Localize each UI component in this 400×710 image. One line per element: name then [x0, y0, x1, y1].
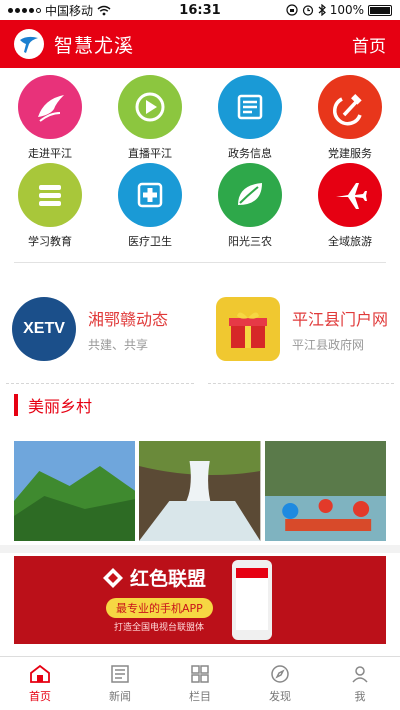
- signal-icon: [8, 7, 41, 13]
- xetv-logo-text: XETV: [23, 320, 65, 337]
- grid-label: 阳光三农: [228, 235, 272, 248]
- grid-item-all-area-tourism[interactable]: 全域旅游: [300, 163, 400, 249]
- header-home-link[interactable]: 首页: [352, 32, 386, 57]
- status-left: 中国移动: [8, 2, 111, 19]
- red-alliance-banner[interactable]: 红色联盟 最专业的手机APP 打造全国电视台联盟体: [14, 556, 386, 644]
- medical-cross-icon: [118, 163, 182, 227]
- tab-discover[interactable]: 发现: [240, 657, 320, 710]
- news-icon: [108, 663, 132, 685]
- divider: [14, 262, 386, 263]
- grid-label: 学习教育: [28, 235, 72, 248]
- promo-title: 湘鄂赣动态: [88, 309, 169, 329]
- gift-icon: [216, 297, 280, 361]
- tab-label: 栏目: [189, 690, 211, 703]
- app-header: 智慧尤溪 首页: [0, 20, 400, 68]
- promo-pingjiang-portal[interactable]: 平江县门户网 平江县政府网: [216, 296, 388, 362]
- compass-icon: [268, 663, 292, 685]
- tab-home[interactable]: 首页: [0, 657, 80, 710]
- banner-title: 红色联盟: [130, 568, 207, 590]
- alarm-icon: [302, 5, 313, 16]
- promo-subtitle: 共建、共享: [88, 337, 149, 352]
- tab-me[interactable]: 我: [320, 657, 400, 710]
- battery-percent: 100%: [329, 3, 364, 17]
- feather-icon: [18, 75, 82, 139]
- play-icon: [118, 75, 182, 139]
- grid-label: 走进平江: [28, 147, 72, 160]
- grid-label: 直播平江: [128, 147, 172, 160]
- grid-label: 全域旅游: [328, 235, 372, 248]
- tab-label: 首页: [29, 690, 51, 703]
- bluetooth-icon: [318, 4, 326, 16]
- section-accent-bar: [14, 394, 18, 416]
- grid-item-government-info[interactable]: 政务信息: [200, 75, 300, 161]
- document-icon: [218, 75, 282, 139]
- battery-icon: [368, 4, 392, 16]
- grid-item-party-service[interactable]: 党建服务: [300, 75, 400, 161]
- section-header: 美丽乡村: [14, 393, 92, 417]
- promo-title: 平江县门户网: [292, 309, 389, 329]
- tab-label: 新闻: [109, 690, 131, 703]
- grid-item-sunshine-agriculture[interactable]: 阳光三农: [200, 163, 300, 249]
- tab-label: 发现: [269, 690, 291, 703]
- bottom-tab-bar: 首页 新闻 栏目 发现 我: [0, 656, 400, 710]
- alliance-logo-icon: [103, 567, 123, 588]
- app-logo: [14, 29, 44, 59]
- grid-label: 党建服务: [328, 147, 372, 160]
- tab-label: 我: [354, 690, 366, 703]
- photo-mountain[interactable]: [14, 441, 136, 541]
- photo-waterfall[interactable]: [139, 441, 261, 541]
- promo-text: 平江县门户网 平江县政府网: [292, 306, 388, 353]
- divider-dashed: [6, 383, 194, 384]
- divider-dashed: [208, 383, 394, 384]
- banner-brand: 红色联盟: [102, 564, 206, 591]
- banner-pill: 最专业的手机APP: [106, 598, 213, 618]
- grid-item-walk-into-pingjiang[interactable]: 走进平江: [0, 75, 100, 161]
- user-icon: [348, 663, 372, 685]
- section-spacer: [0, 545, 400, 553]
- grid-item-live-pingjiang[interactable]: 直播平江: [100, 75, 200, 161]
- grid-label: 医疗卫生: [128, 235, 172, 248]
- photo-rafting[interactable]: [264, 441, 386, 541]
- banner-tagline: 打造全国电视台联盟体: [114, 623, 205, 633]
- status-bar: 中国移动 16:31 100%: [0, 0, 400, 20]
- carrier-label: 中国移动: [45, 3, 94, 18]
- home-icon: [28, 663, 52, 685]
- section-title: 美丽乡村: [28, 397, 93, 416]
- hammer-sickle-icon: [318, 75, 382, 139]
- app-logo-icon: [20, 36, 38, 53]
- tab-columns[interactable]: 栏目: [160, 657, 240, 710]
- status-right: 100%: [286, 3, 392, 17]
- books-icon: [18, 163, 82, 227]
- photo-strip: [14, 441, 386, 541]
- promo-subtitle: 平江县政府网: [292, 337, 365, 352]
- airplane-icon: [318, 163, 382, 227]
- grid-label: 政务信息: [228, 147, 272, 160]
- rotation-lock-icon: [286, 4, 298, 16]
- grid-icon: [188, 663, 212, 685]
- app-title: 智慧尤溪: [54, 34, 135, 57]
- grid-item-medical-health[interactable]: 医疗卫生: [100, 163, 200, 249]
- wifi-icon: [97, 5, 111, 15]
- leaf-icon: [218, 163, 282, 227]
- promo-xetv[interactable]: XETV 湘鄂赣动态 共建、共享: [12, 296, 168, 362]
- tab-news[interactable]: 新闻: [80, 657, 160, 710]
- grid-item-learning-education[interactable]: 学习教育: [0, 163, 100, 249]
- promo-text: 湘鄂赣动态 共建、共享: [88, 306, 168, 353]
- xetv-logo: XETV: [12, 297, 76, 361]
